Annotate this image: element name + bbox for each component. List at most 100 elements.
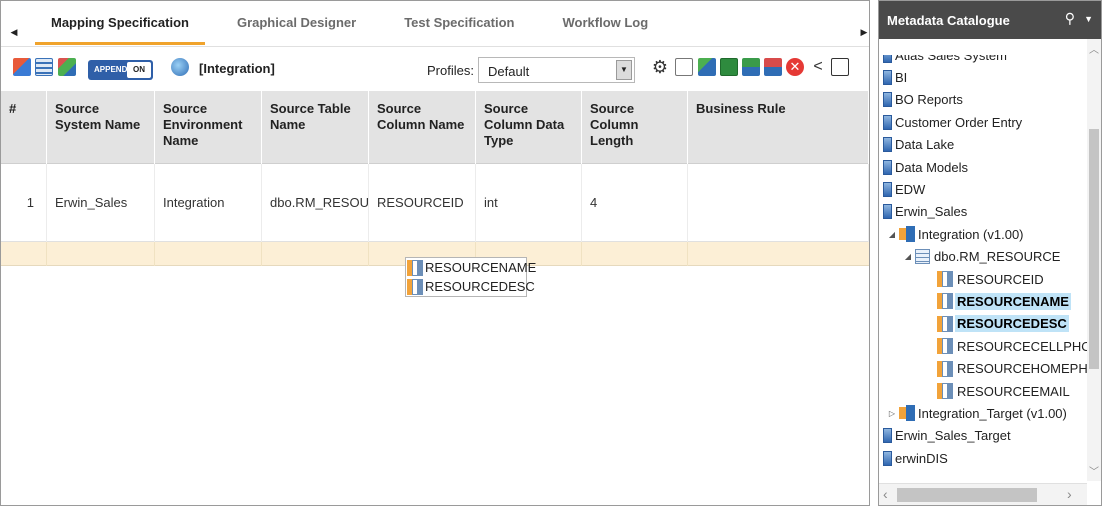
catalogue-tree: Atlas Sales System BI BO Reports Customer O… — [879, 55, 1087, 479]
tree-item-column[interactable]: RESOURCEEMAIL — [937, 380, 1072, 402]
source-length-cell[interactable]: 4 — [582, 164, 688, 242]
column-icon — [407, 259, 423, 276]
append-toggle[interactable]: APPEND ON — [88, 60, 153, 80]
share-icon[interactable]: < — [809, 58, 827, 76]
empty-cell — [155, 242, 262, 266]
scroll-thumb[interactable] — [1089, 129, 1099, 369]
business-rule-cell[interactable] — [688, 164, 869, 242]
system-icon — [883, 159, 892, 175]
scroll-down-icon[interactable]: ﹀ — [1087, 463, 1101, 479]
scroll-up-icon[interactable]: ︿ — [1087, 41, 1101, 57]
drag-ghost: RESOURCENAME RESOURCEDESC — [405, 257, 536, 297]
mapping-panel: ◀ Mapping Specification Graphical Design… — [0, 0, 870, 506]
environment-icon — [899, 226, 915, 243]
header-source-table-name[interactable]: Source Table Name — [262, 91, 369, 164]
tree-item-label: BI — [895, 69, 908, 85]
tab-scroll-left-icon[interactable]: ◀ — [7, 25, 21, 39]
tab-mapping-specification[interactable]: Mapping Specification — [27, 1, 213, 47]
system-icon — [883, 92, 892, 108]
collapse-triangle-icon[interactable]: ◢ — [887, 230, 897, 239]
tree-item-environment[interactable]: ◢ Integration (v1.00) — [887, 223, 1026, 245]
vertical-scrollbar[interactable]: ︿ ﹀ — [1087, 39, 1101, 481]
expand-triangle-icon[interactable]: ▷ — [887, 409, 897, 418]
tab-graphical-designer[interactable]: Graphical Designer — [213, 1, 380, 47]
chevron-down-icon[interactable]: ▼ — [616, 60, 632, 80]
tree-item-environment[interactable]: ▷ Integration_Target (v1.00) — [887, 402, 1069, 424]
source-system-cell[interactable]: Erwin_Sales — [47, 164, 155, 242]
scroll-right-icon[interactable]: › — [1067, 486, 1072, 502]
column-icon — [937, 338, 953, 355]
tree-item-column[interactable]: RESOURCEID — [937, 268, 1046, 290]
tree-item-system[interactable]: Customer Order Entry — [883, 111, 1024, 133]
close-icon[interactable]: ✕ — [786, 58, 804, 76]
column-icon — [407, 278, 423, 295]
tree-item-system[interactable]: Erwin_Sales_Target — [883, 425, 1013, 447]
tree-item-label: Erwin_Sales_Target — [895, 428, 1011, 444]
tree-item-column[interactable]: RESOURCENAME — [937, 290, 1071, 312]
metadata-catalogue-panel: Metadata Catalogue ⚲ ▼ Atlas Sales Syste… — [878, 0, 1102, 506]
table-row[interactable]: 1 Erwin_Sales Integration dbo.RM_RESOURC… — [1, 164, 869, 242]
tree-item-system[interactable]: Data Models — [883, 156, 970, 178]
system-icon — [883, 181, 892, 197]
tree-item-system[interactable]: BI — [883, 66, 909, 88]
source-environment-cell[interactable]: Integration — [155, 164, 262, 242]
header-source-environment-name[interactable]: Source Environment Name — [155, 91, 262, 164]
refresh-icon[interactable] — [171, 58, 189, 76]
save-close-icon[interactable] — [764, 58, 782, 76]
empty-cell — [47, 242, 155, 266]
tree-item-column[interactable]: RESOURCECELLPHONE — [937, 335, 1087, 357]
save-icon[interactable] — [742, 58, 760, 76]
tree-item-label: Data Models — [895, 159, 968, 175]
column-icon — [937, 360, 953, 377]
properties-icon[interactable] — [58, 58, 76, 76]
tree-item-label: Data Lake — [895, 137, 955, 153]
header-source-column-data-type[interactable]: Source Column Data Type — [476, 91, 582, 164]
tree-item-column[interactable]: RESOURCEHOMEPHONI — [937, 358, 1087, 380]
tree-item-label: RESOURCECELLPHONE — [957, 338, 1087, 354]
empty-cell — [262, 242, 369, 266]
header-business-rule[interactable]: Business Rule — [688, 91, 869, 164]
profiles-select[interactable]: Default ▼ — [478, 57, 635, 83]
header-source-system-name[interactable]: Source System Name — [47, 91, 155, 164]
new-mapping-icon[interactable] — [13, 58, 31, 76]
chevron-down-icon[interactable]: ▼ — [1084, 14, 1093, 24]
tree-item-system[interactable]: erwinDIS — [883, 447, 950, 469]
tab-scroll-right-icon[interactable]: ▶ — [857, 25, 871, 39]
tab-workflow-log[interactable]: Workflow Log — [538, 1, 672, 47]
header-source-column-name[interactable]: Source Column Name — [369, 91, 476, 164]
tree-item-system[interactable]: Atlas Sales System — [883, 55, 1009, 66]
tree-item-label: RESOURCEID — [957, 271, 1044, 287]
tree-item-label: Atlas Sales System — [895, 55, 1007, 63]
tab-test-specification[interactable]: Test Specification — [380, 1, 538, 47]
gear-icon[interactable]: ⚙ — [651, 58, 669, 76]
system-icon — [883, 114, 892, 130]
tree-item-label: EDW — [895, 181, 926, 197]
collapse-triangle-icon[interactable]: ◢ — [903, 252, 913, 261]
grid-view-icon[interactable] — [35, 58, 53, 76]
scroll-left-icon[interactable]: ‹ — [883, 486, 888, 502]
header-index[interactable]: # — [1, 91, 47, 164]
tree-item-system[interactable]: EDW — [883, 178, 927, 200]
row-index-cell: 1 — [1, 164, 47, 242]
etl-icon[interactable] — [698, 58, 716, 76]
tree-item-column[interactable]: RESOURCEDESC — [937, 313, 1069, 335]
header-source-column-length[interactable]: Source Column Length — [582, 91, 688, 164]
tree-item-label: erwinDIS — [895, 450, 948, 466]
empty-cell — [582, 242, 688, 266]
search-icon[interactable]: ⚲ — [1065, 10, 1075, 27]
tree-item-system[interactable]: Data Lake — [883, 134, 956, 156]
preview-icon[interactable] — [675, 58, 693, 76]
tree-item-table[interactable]: ◢ dbo.RM_RESOURCE — [903, 246, 1062, 268]
excel-export-icon[interactable] — [720, 58, 738, 76]
column-icon — [937, 383, 953, 399]
horizontal-scrollbar[interactable]: ‹ › — [879, 483, 1087, 505]
scroll-thumb[interactable] — [897, 488, 1037, 502]
source-column-cell[interactable]: RESOURCEID — [369, 164, 476, 242]
source-table-cell[interactable]: dbo.RM_RESOURC — [262, 164, 369, 242]
toolbar: APPEND ON [Integration] Profiles: Defaul… — [1, 53, 869, 85]
tree-item-system[interactable]: Erwin_Sales — [883, 201, 969, 223]
tree-item-system[interactable]: BO Reports — [883, 89, 965, 111]
popout-icon[interactable] — [831, 58, 849, 76]
environment-icon — [899, 405, 915, 422]
source-data-type-cell[interactable]: int — [476, 164, 582, 242]
